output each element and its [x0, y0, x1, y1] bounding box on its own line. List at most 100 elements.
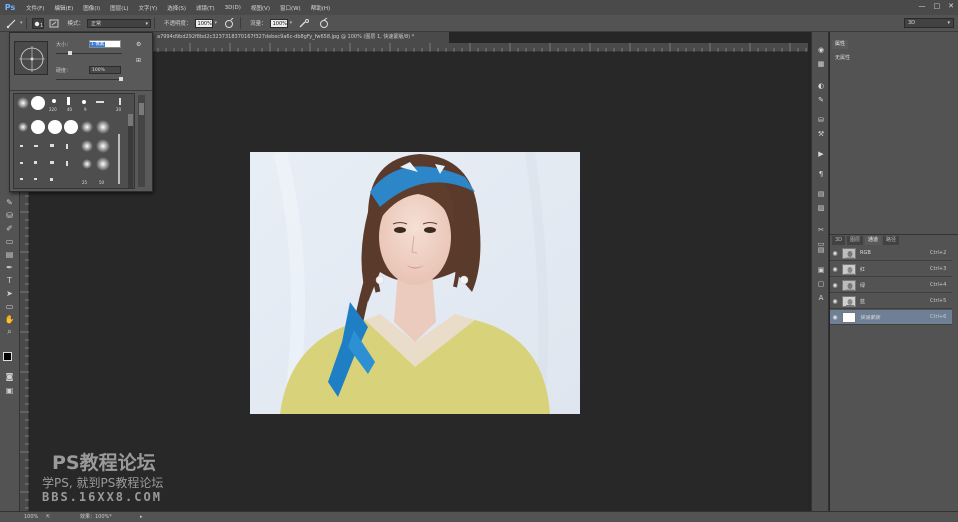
eye-icon[interactable]: ◉	[830, 250, 840, 257]
opacity-label: 不透明度：	[164, 21, 192, 27]
brush-panel-toggle-icon[interactable]	[48, 18, 60, 29]
shape-icon[interactable]: ▭	[3, 300, 16, 312]
channel-row-red[interactable]: ◉ 红 Ctrl+3	[830, 262, 952, 277]
eye-icon[interactable]: ◉	[830, 282, 840, 289]
foreground-color-swatch[interactable]	[3, 352, 12, 361]
tab-channels[interactable]: 通道	[865, 236, 882, 245]
document-title: a7994d9bd292f8bd2c3237318370167f327debec…	[157, 34, 415, 40]
chevron-down-icon[interactable]: ▾	[290, 20, 293, 26]
zoom-icon[interactable]: ⌕	[3, 326, 16, 338]
hand-icon[interactable]: ✋	[3, 313, 16, 325]
mode-value: 正常	[91, 20, 102, 27]
menu-image[interactable]: 图像(I)	[78, 4, 105, 12]
tab-properties[interactable]: 属性	[832, 40, 849, 49]
navigator-icon[interactable]: ▣	[816, 266, 826, 275]
hardness-input[interactable]: 100%	[89, 66, 121, 74]
quick-mask-icon[interactable]: ◙	[3, 370, 16, 382]
history-brush-icon[interactable]: ✐	[3, 222, 16, 234]
presets-scrollbar[interactable]	[138, 95, 145, 187]
chevron-down-icon[interactable]: ▾	[20, 20, 23, 26]
opacity-field[interactable]: 100%	[194, 18, 213, 28]
hardness-slider-thumb[interactable]	[119, 77, 123, 81]
tool-presets-icon[interactable]: ⚒	[816, 130, 826, 139]
chevron-right-icon[interactable]: ▸	[140, 512, 143, 522]
type-icon[interactable]: T	[3, 274, 16, 286]
gear-icon[interactable]: ⚙	[136, 41, 141, 48]
properties-icon[interactable]: ▤	[816, 246, 826, 255]
new-preset-icon[interactable]: ⊞	[136, 57, 141, 64]
mode-label: 模式：	[67, 21, 85, 27]
actions-icon[interactable]: ▶	[816, 150, 826, 159]
close-button[interactable]: ✕	[948, 2, 954, 10]
tab-paths[interactable]: 路径	[883, 236, 900, 245]
export-icon[interactable]: ⇱	[46, 512, 50, 522]
chevron-down-icon[interactable]: ▾	[215, 20, 218, 26]
hardness-slider-track[interactable]	[56, 79, 122, 80]
menu-edit[interactable]: 编辑(E)	[49, 4, 78, 12]
tab-3d[interactable]: 3D	[832, 236, 846, 245]
gradient-icon[interactable]: ▤	[3, 248, 16, 260]
screen-mode-icon[interactable]: ▣	[3, 384, 16, 396]
menu-type[interactable]: 文字(Y)	[134, 4, 163, 12]
menu-window[interactable]: 窗口(W)	[275, 4, 306, 12]
flow-label: 流量：	[250, 21, 267, 27]
info-icon[interactable]: ▢	[816, 280, 826, 289]
channel-row-green[interactable]: ◉ 绿 Ctrl+4	[830, 278, 952, 293]
adjustments-icon[interactable]: ◐	[816, 82, 826, 91]
menu-3d[interactable]: 3D(D)	[220, 5, 246, 11]
character-icon[interactable]: A	[816, 294, 826, 303]
path-select-icon[interactable]: ➤	[3, 287, 16, 299]
brush-presets-grid[interactable]: 220 40 9 20 25 50	[13, 93, 135, 189]
watermark-url: BBS.16XX8.COM	[42, 490, 162, 504]
menu-select[interactable]: 选择(S)	[162, 4, 191, 12]
zoom-readout[interactable]: 100%	[24, 512, 38, 522]
maximize-button[interactable]: □	[934, 2, 941, 10]
flow-field[interactable]: 100%	[269, 18, 288, 28]
brush-picker-icon[interactable]: 1	[31, 17, 44, 29]
eraser-icon[interactable]: ▭	[3, 235, 16, 247]
workspace-select[interactable]: 3D ▾	[904, 18, 954, 28]
document-image[interactable]	[250, 152, 580, 414]
brush-angle-preview[interactable]	[14, 41, 48, 75]
channel-name: 绿	[860, 282, 866, 289]
measurement-icon[interactable]: ✂	[816, 226, 826, 235]
mode-select[interactable]: 正常 ▾	[87, 18, 152, 28]
scrollbar-thumb[interactable]	[139, 103, 144, 115]
channel-row-blue[interactable]: ◉ 蓝 Ctrl+5	[830, 294, 952, 309]
airbrush-icon[interactable]	[298, 18, 310, 29]
menu-layer[interactable]: 图层(L)	[105, 4, 133, 12]
channel-row-rgb[interactable]: ◉ RGB Ctrl+2	[830, 246, 952, 261]
size-input[interactable]: 1 像素	[89, 40, 121, 48]
eye-icon[interactable]: ◉	[830, 314, 840, 321]
eye-icon[interactable]: ◉	[830, 266, 840, 273]
histogram-icon[interactable]: ▦	[816, 60, 826, 69]
clone-source-icon[interactable]: ⛁	[816, 116, 826, 125]
layer-comps-icon[interactable]: ▤	[816, 190, 826, 199]
brush-preset-icon[interactable]	[6, 18, 18, 29]
channel-shortcut: Ctrl+3	[930, 266, 947, 272]
preset-label: 40	[67, 107, 73, 112]
menu-help[interactable]: 帮助(H)	[306, 4, 335, 12]
preset-label: 25	[82, 180, 88, 185]
channel-row-quick-mask[interactable]: ◉ 快速蒙版 Ctrl+6	[830, 310, 952, 325]
brush-settings-icon[interactable]: ✎	[816, 96, 826, 105]
status-bar: 100% ⇱ 效果：100%* ▸	[0, 511, 958, 522]
notes-icon[interactable]: ▨	[816, 204, 826, 213]
minimize-button[interactable]: —	[919, 2, 926, 10]
size-slider-track[interactable]	[56, 53, 122, 54]
tab-layers[interactable]: 图层	[847, 236, 864, 245]
paragraph-icon[interactable]: ¶	[816, 170, 826, 179]
menu-filter[interactable]: 滤镜(T)	[191, 4, 220, 12]
pressure-opacity-icon[interactable]	[223, 17, 235, 29]
ps-logo: Ps	[4, 3, 16, 12]
eye-icon[interactable]: ◉	[830, 298, 840, 305]
size-slider-thumb[interactable]	[68, 51, 72, 55]
pen-icon[interactable]: ✒	[3, 261, 16, 273]
document-tab[interactable]: a7994d9bd292f8bd2c3237318370167f327debec…	[153, 32, 449, 43]
brush-tool-icon[interactable]: ✎	[3, 196, 16, 208]
pressure-size-icon[interactable]	[318, 17, 330, 29]
clone-stamp-icon[interactable]: ⛁	[3, 209, 16, 221]
3d-panel-icon[interactable]: ◉	[816, 46, 826, 55]
menu-file[interactable]: 文件(F)	[21, 4, 49, 12]
menu-view[interactable]: 视图(V)	[246, 4, 275, 12]
